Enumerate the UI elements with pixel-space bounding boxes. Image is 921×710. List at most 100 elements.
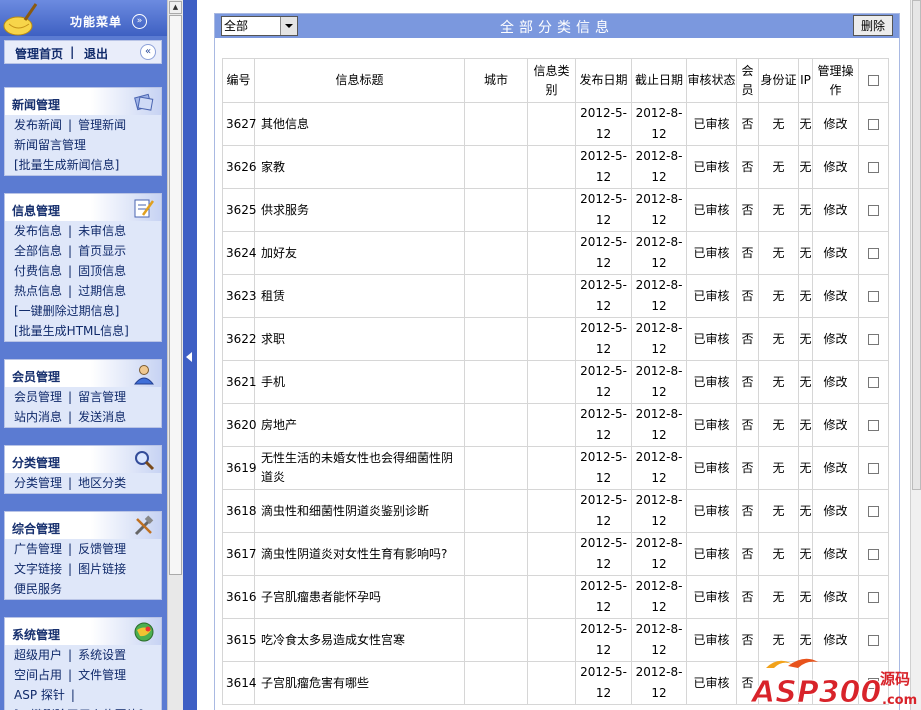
- row-title-link[interactable]: 滴虫性阴道炎对女性生育有影响吗?: [254, 532, 465, 576]
- sidebar-menu-link[interactable]: 文字链接: [14, 562, 62, 576]
- sidebar-menu-link[interactable]: [批量生成新闻信息]: [14, 158, 119, 172]
- row-title-link[interactable]: 滴虫性和细菌性阴道炎鉴别诊断: [254, 489, 465, 533]
- sidebar-scrollbar[interactable]: ▲: [167, 0, 183, 710]
- row-edit-link[interactable]: 修改: [812, 360, 859, 404]
- row-title-link[interactable]: 家教: [254, 145, 465, 189]
- row-title-link[interactable]: 供求服务: [254, 188, 465, 232]
- row-edit-link[interactable]: 修改: [812, 532, 859, 576]
- sidebar-menu-link[interactable]: 发布新闻: [14, 118, 62, 132]
- sidebar-menu-link[interactable]: 发布信息: [14, 224, 62, 238]
- row-status-link[interactable]: 已审核: [686, 360, 737, 404]
- main-scrollbar[interactable]: [910, 0, 921, 710]
- row-edit-link[interactable]: 修改: [812, 317, 859, 361]
- row-title-link[interactable]: 其他信息: [254, 102, 465, 146]
- row-status-link[interactable]: 已审核: [686, 145, 737, 189]
- sidebar-menu-link[interactable]: [一键删除过期信息]: [14, 304, 119, 318]
- row-checkbox[interactable]: [868, 118, 879, 130]
- sidebar-menu-link[interactable]: ASP 探针: [14, 688, 65, 702]
- sidebar-menu-link[interactable]: 会员管理: [14, 390, 62, 404]
- menu-section-header[interactable]: 会员管理: [5, 360, 161, 387]
- row-title-link[interactable]: 吃冷食太多易造成女性宫寒: [254, 618, 465, 662]
- row-title-link[interactable]: 子宫肌瘤患者能怀孕吗: [254, 575, 465, 619]
- menu-section-header[interactable]: 系统管理: [5, 618, 161, 645]
- category-filter-select[interactable]: 全部: [221, 16, 298, 36]
- sidebar-menu-link[interactable]: 留言管理: [78, 390, 126, 404]
- sidebar-menu-link[interactable]: 图片链接: [78, 562, 126, 576]
- row-edit-link[interactable]: 修改: [812, 274, 859, 318]
- row-title-link[interactable]: 求职: [254, 317, 465, 361]
- sidebar-menu-link[interactable]: 站内消息: [14, 410, 62, 424]
- row-checkbox[interactable]: [868, 591, 879, 603]
- row-status-link[interactable]: 已审核: [686, 532, 737, 576]
- logout-link[interactable]: 退出: [84, 45, 108, 62]
- menu-section-header[interactable]: 新闻管理: [5, 88, 161, 115]
- row-checkbox[interactable]: [868, 505, 879, 517]
- sidebar-menu-link[interactable]: 文件管理: [78, 668, 126, 682]
- row-title-link[interactable]: 租赁: [254, 274, 465, 318]
- sidebar-menu-link[interactable]: 全部信息: [14, 244, 62, 258]
- row-edit-link[interactable]: 修改: [812, 102, 859, 146]
- sidebar-menu-link[interactable]: 管理新闻: [78, 118, 126, 132]
- scrollbar-thumb[interactable]: [912, 0, 921, 490]
- sidebar-menu-link[interactable]: 新闻留言管理: [14, 138, 86, 152]
- row-status-link[interactable]: 已审核: [686, 489, 737, 533]
- sidebar-menu-link[interactable]: [批量生成HTML信息]: [14, 324, 129, 338]
- row-checkbox[interactable]: [868, 333, 879, 345]
- row-checkbox[interactable]: [868, 634, 879, 646]
- row-checkbox[interactable]: [868, 204, 879, 216]
- row-edit-link[interactable]: 修改: [812, 231, 859, 275]
- sidebar-menu-link[interactable]: 首页显示: [78, 244, 126, 258]
- row-checkbox[interactable]: [868, 161, 879, 173]
- scroll-up-arrow-icon[interactable]: ▲: [169, 1, 182, 14]
- row-checkbox[interactable]: [868, 548, 879, 560]
- row-edit-link[interactable]: 修改: [812, 575, 859, 619]
- row-checkbox[interactable]: [868, 376, 879, 388]
- sidebar-menu-link[interactable]: 地区分类: [78, 476, 126, 490]
- row-status-link[interactable]: 已审核: [686, 102, 737, 146]
- sidebar-menu-link[interactable]: 空间占用: [14, 668, 62, 682]
- sidebar-menu-link[interactable]: 固顶信息: [78, 264, 126, 278]
- row-status-link[interactable]: 已审核: [686, 575, 737, 619]
- row-edit-link[interactable]: 修改: [812, 188, 859, 232]
- row-title-link[interactable]: 加好友: [254, 231, 465, 275]
- sidebar-menu-link[interactable]: 分类管理: [14, 476, 62, 490]
- menu-section-header[interactable]: 信息管理: [5, 194, 161, 221]
- select-all-checkbox[interactable]: [868, 75, 879, 86]
- row-edit-link[interactable]: 修改: [812, 145, 859, 189]
- collapse-sidebar-button[interactable]: «: [140, 44, 156, 60]
- row-checkbox[interactable]: [868, 462, 879, 474]
- sidebar-menu-link[interactable]: 反馈管理: [78, 542, 126, 556]
- row-status-link[interactable]: 已审核: [686, 274, 737, 318]
- row-status-link[interactable]: 已审核: [686, 446, 737, 490]
- row-status-link[interactable]: 已审核: [686, 618, 737, 662]
- frame-divider[interactable]: [183, 0, 197, 710]
- sidebar-menu-link[interactable]: 便民服务: [14, 582, 62, 596]
- row-edit-link[interactable]: 修改: [812, 403, 859, 447]
- row-status-link[interactable]: 已审核: [686, 403, 737, 447]
- row-title-link[interactable]: 无性生活的未婚女性也会得细菌性阴道炎: [254, 446, 465, 490]
- menu-section-header[interactable]: 分类管理: [5, 446, 161, 473]
- row-title-link[interactable]: 子宫肌瘤危害有哪些: [254, 661, 465, 705]
- sidebar-menu-link[interactable]: 超级用户: [14, 648, 62, 662]
- sidebar-menu-link[interactable]: 系统设置: [78, 648, 126, 662]
- row-status-link[interactable]: 已审核: [686, 231, 737, 275]
- scrollbar-thumb[interactable]: [169, 15, 182, 575]
- row-checkbox[interactable]: [868, 290, 879, 302]
- sidebar-menu-link[interactable]: 发送消息: [78, 410, 126, 424]
- sidebar-menu-link[interactable]: 付费信息: [14, 264, 62, 278]
- row-checkbox[interactable]: [868, 419, 879, 431]
- row-title-link[interactable]: 手机: [254, 360, 465, 404]
- dropdown-arrow-icon[interactable]: [280, 17, 297, 35]
- sidebar-menu-link[interactable]: 热点信息: [14, 284, 62, 298]
- sidebar-menu-link[interactable]: 未审信息: [78, 224, 126, 238]
- row-title-link[interactable]: 房地产: [254, 403, 465, 447]
- menu-section-header[interactable]: 综合管理: [5, 512, 161, 539]
- row-status-link[interactable]: 已审核: [686, 661, 737, 705]
- row-checkbox[interactable]: [868, 247, 879, 259]
- sidebar-menu-link[interactable]: 广告管理: [14, 542, 62, 556]
- row-edit-link[interactable]: 修改: [812, 446, 859, 490]
- delete-button[interactable]: 删除: [853, 15, 893, 36]
- collapse-arrow-icon[interactable]: [186, 352, 192, 362]
- home-link[interactable]: 管理首页: [15, 45, 63, 62]
- row-status-link[interactable]: 已审核: [686, 188, 737, 232]
